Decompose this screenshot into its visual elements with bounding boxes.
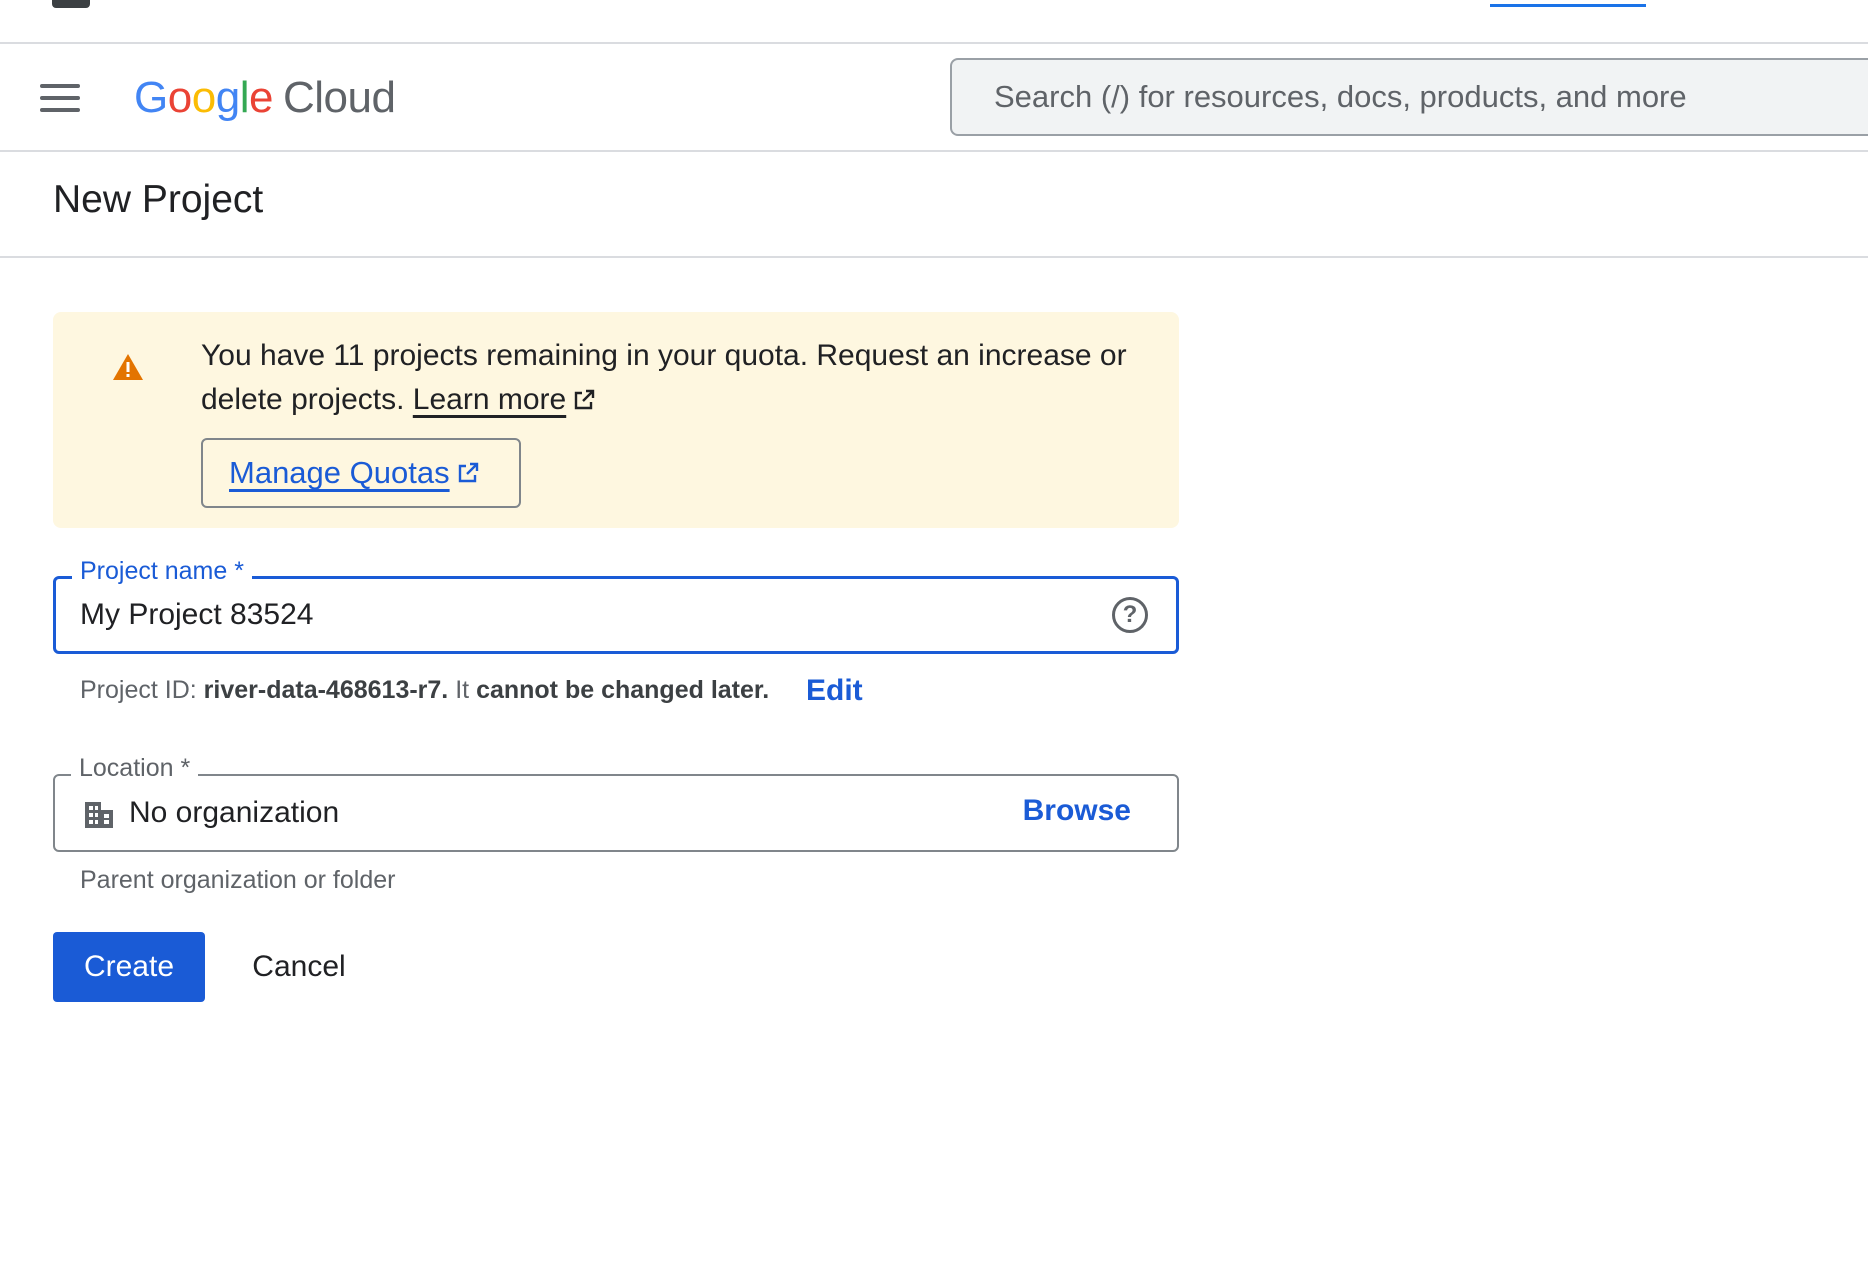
manage-quotas-button[interactable]: Manage Quotas [201, 438, 521, 508]
notification-icon [52, 0, 90, 8]
learn-more-link[interactable]: Learn more [413, 383, 566, 416]
cancel-button[interactable]: Cancel [226, 932, 372, 1002]
page-title-bar: New Project [0, 152, 1868, 258]
building-icon [85, 802, 113, 828]
search-input[interactable] [992, 78, 1868, 116]
hamburger-icon-bar [40, 84, 80, 88]
logo-letter: g [215, 73, 240, 122]
help-icon[interactable]: ? [1112, 597, 1148, 633]
logo-letter: o [167, 73, 192, 122]
hamburger-icon-bar [40, 108, 80, 112]
learn-more-label: Learn more [412, 383, 567, 416]
quota-warning-message: You have 11 projects remaining in your q… [201, 339, 1127, 416]
app-header: Go o g l e Cloud [0, 44, 1868, 152]
logo-letter: l [239, 73, 250, 122]
location-field[interactable]: Location * No organization Browse [53, 754, 1179, 852]
project-id-line: Project ID: river-data-468613-r7. It can… [80, 676, 769, 705]
google-cloud-logo[interactable]: Go o g l e Cloud [134, 68, 396, 128]
location-value: No organization [129, 796, 340, 829]
logo-letter: G [134, 73, 168, 122]
project-id-middle: It [455, 676, 470, 704]
search-bar[interactable] [950, 58, 1868, 136]
page-title: New Project [53, 178, 264, 221]
edit-project-id-button[interactable]: Edit [806, 674, 863, 708]
main-menu-button[interactable] [30, 74, 90, 122]
external-link-icon [575, 389, 595, 410]
project-id-note: cannot be changed later. [476, 676, 770, 704]
location-label: Location * [71, 754, 199, 783]
manage-quotas-label: Manage Quotas [229, 455, 450, 490]
project-name-input[interactable] [80, 595, 1040, 635]
warning-triangle-icon [113, 354, 143, 380]
project-name-label: Project name * [72, 557, 252, 586]
project-name-field[interactable]: Project name * ? [53, 557, 1179, 654]
quota-warning-text: You have 11 projects remaining in your q… [201, 334, 1161, 422]
browse-location-button[interactable]: Browse [1023, 794, 1131, 828]
location-hint: Parent organization or folder [80, 866, 396, 894]
create-button[interactable]: Create [53, 932, 205, 1002]
project-id-prefix: Project ID: [80, 676, 197, 704]
hamburger-icon-bar [40, 96, 80, 100]
project-id-value: river-data-468613-r7. [203, 676, 449, 704]
quota-warning-banner: You have 11 projects remaining in your q… [53, 312, 1179, 528]
notification-link[interactable] [1490, 4, 1646, 7]
logo-letter: e [248, 73, 273, 122]
logo-product-name: Cloud [282, 73, 396, 122]
external-link-icon [458, 462, 478, 483]
top-notification-strip [0, 0, 1868, 44]
logo-letter: o [191, 73, 216, 122]
